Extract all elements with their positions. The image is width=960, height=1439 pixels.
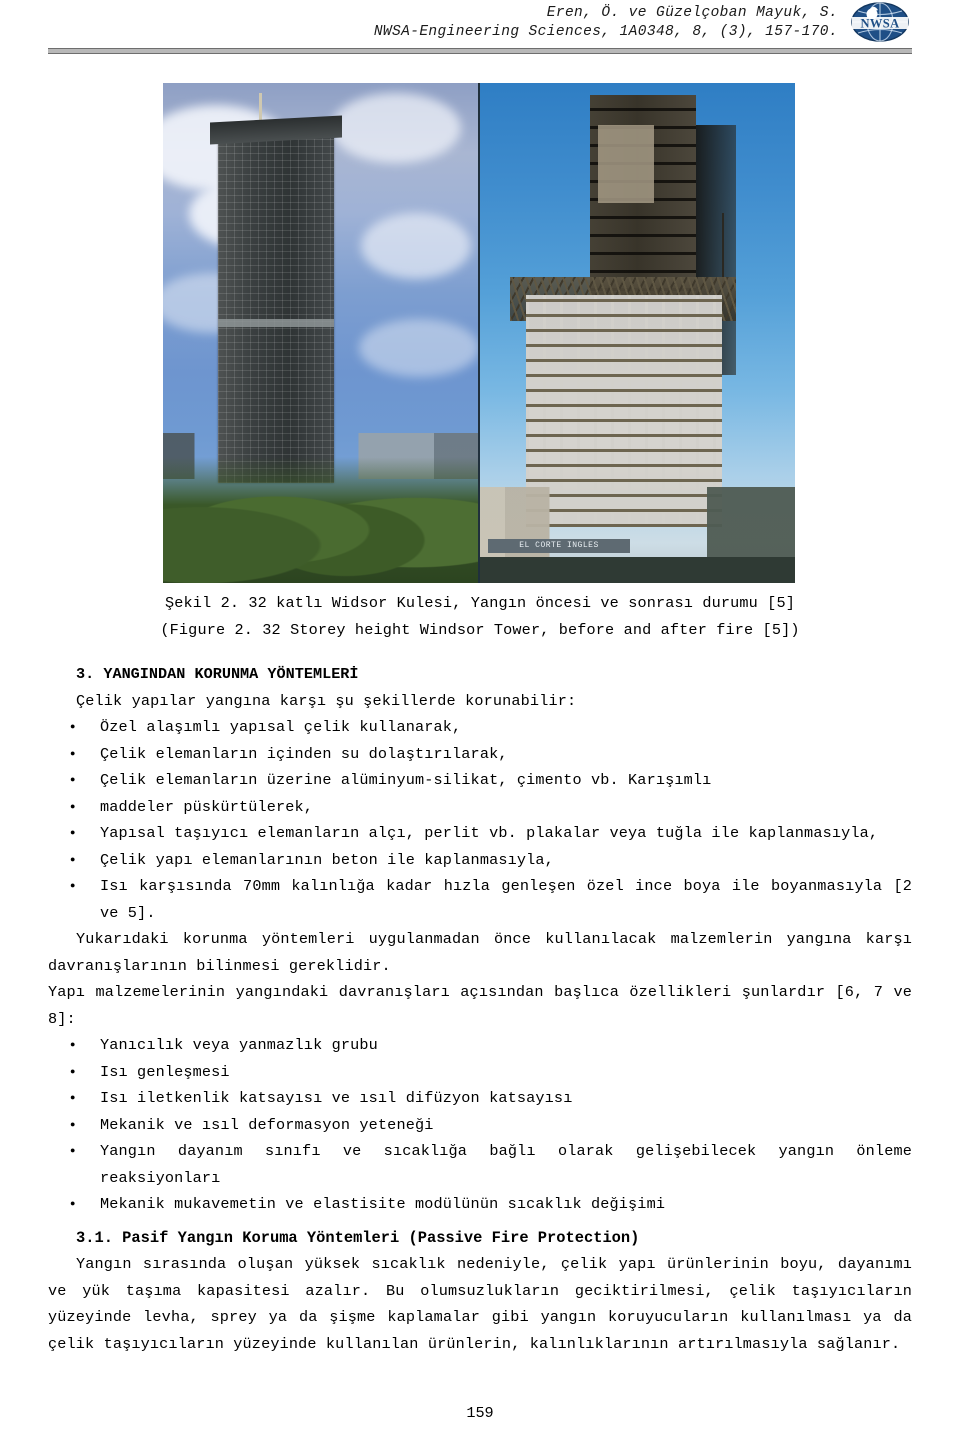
list-item: Mekanik ve ısıl deformasyon yeteneği — [70, 1112, 912, 1139]
page-header: Eren, Ö. ve Güzelçoban Mayuk, S. NWSA-En… — [0, 0, 960, 58]
photo-before-fire — [163, 83, 478, 583]
photo-after-fire: EL CORTE INGLES — [480, 83, 795, 583]
logo-wordmark: NWSA — [860, 17, 899, 31]
section-3-1-heading: 3.1. Pasif Yangın Koruma Yöntemleri (Pas… — [76, 1228, 640, 1247]
ground-strip — [480, 557, 795, 583]
page-body: Şekil 2. 32 katlı Widsor Kulesi, Yangın … — [48, 590, 912, 1357]
figure-caption: Şekil 2. 32 katlı Widsor Kulesi, Yangın … — [48, 590, 912, 643]
protection-methods-list: Özel alaşımlı yapısal çelik kullanarak, … — [48, 714, 912, 926]
section-3-lead: Çelik yapılar yangına karşı şu şekillerd… — [76, 691, 577, 710]
section-3-paragraph-2: Yapı malzemelerinin yangındaki davranışl… — [48, 983, 912, 1028]
list-item: maddeler püskürtülerek, — [70, 794, 912, 821]
header-divider-rule — [48, 48, 912, 54]
figure-caption-tr: Şekil 2. 32 katlı Widsor Kulesi, Yangın … — [165, 594, 795, 612]
section-3-paragraph-1: Yukarıdaki korunma yöntemleri uygulanmad… — [48, 930, 912, 975]
figure-caption-en: (Figure 2. 32 Storey height Windsor Towe… — [160, 620, 800, 639]
list-item: Isı karşısında 70mm kalınlığa kadar hızl… — [70, 873, 912, 926]
running-head: Eren, Ö. ve Güzelçoban Mayuk, S. NWSA-En… — [0, 4, 838, 42]
roof-mast — [722, 213, 724, 283]
section-3-1-paragraph: Yangın sırasında oluşan yüksek sıcaklık … — [48, 1255, 912, 1353]
cloud-shape — [331, 93, 461, 163]
cloud-shape — [361, 213, 471, 279]
list-item: Yanıcılık veya yanmazlık grubu — [70, 1032, 912, 1059]
section-3-heading: 3. YANGINDAN KORUNMA YÖNTEMLERİ — [76, 665, 359, 683]
material-properties-list: Yanıcılık veya yanmazlık grubu Isı genle… — [48, 1032, 912, 1218]
figure-2-windsor-tower: EL CORTE INGLES — [163, 83, 795, 583]
list-item: Yapısal taşıyıcı elemanların alçı, perli… — [70, 820, 912, 847]
store-sign: EL CORTE INGLES — [488, 539, 630, 553]
burnt-tower — [510, 95, 736, 527]
nwsa-logo: NWSA — [848, 2, 912, 46]
list-item: Isı iletkenlik katsayısı ve ısıl difüzyo… — [70, 1085, 912, 1112]
cloud-shape — [359, 319, 478, 377]
tower-service-band — [218, 319, 334, 327]
list-item: Özel alaşımlı yapısal çelik kullanarak, — [70, 714, 912, 741]
list-item: Isı genleşmesi — [70, 1059, 912, 1086]
running-head-authors: Eren, Ö. ve Güzelçoban Mayuk, S. — [546, 5, 838, 21]
foreground-trees — [163, 457, 478, 583]
list-item: Çelik elemanların üzerine alüminyum-sili… — [70, 767, 912, 794]
list-item: Çelik elemanların içinden su dolaştırıla… — [70, 741, 912, 768]
page-number: 159 — [466, 1404, 494, 1422]
list-item: Çelik yapı elemanlarının beton ile kapla… — [70, 847, 912, 874]
list-item: Mekanik mukavemetin ve elastisite modülü… — [70, 1191, 912, 1218]
intact-tower — [218, 133, 334, 483]
running-head-citation: NWSA-Engineering Sciences, 1A0348, 8, (3… — [373, 24, 838, 40]
list-item: Yangın dayanım sınıfı ve sıcaklığa bağlı… — [70, 1138, 912, 1191]
